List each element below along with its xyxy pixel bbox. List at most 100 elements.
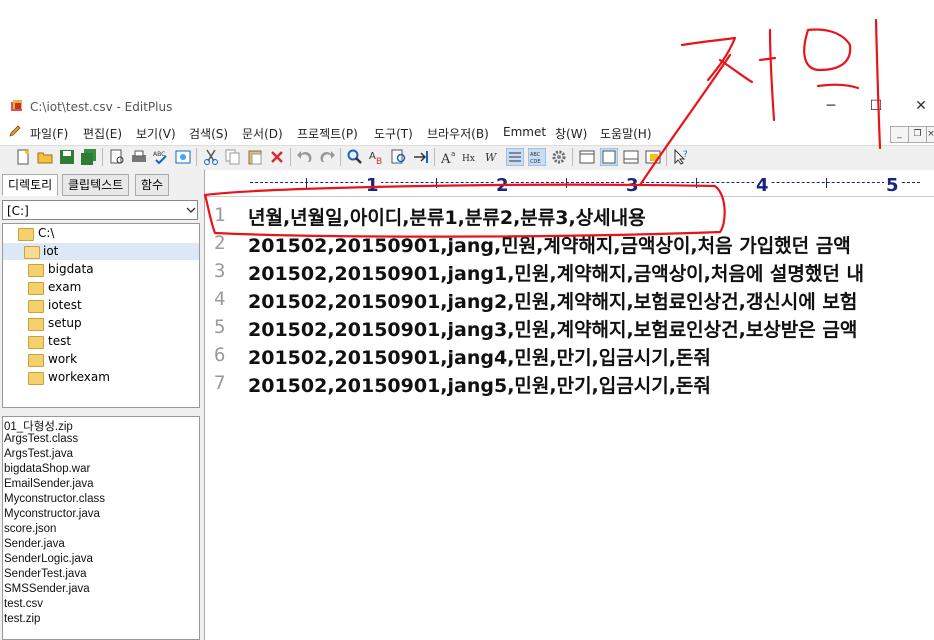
window-title: C:\iot\test.csv - EditPlus (30, 100, 173, 114)
menu-tools[interactable]: 도구(T) (374, 125, 413, 142)
replace-icon[interactable]: AB (368, 148, 386, 166)
svg-text:A: A (440, 152, 451, 166)
settings-icon[interactable] (550, 148, 568, 166)
code-line: 201502,20150901,jang4,민원,만기,입금시기,돈줘 (248, 347, 711, 369)
mdi-close-button[interactable]: × (926, 126, 934, 143)
tab-cliptext[interactable]: 클립텍스트 (62, 174, 130, 196)
line-number: 2 (214, 232, 226, 254)
tree-item-bigdata[interactable]: bigdata (48, 261, 94, 277)
cut-icon[interactable] (202, 148, 220, 166)
mdi-restore-button[interactable]: ❐ (908, 126, 927, 143)
list-item[interactable]: Myconstructor.java (4, 508, 100, 520)
menu-view[interactable]: 보기(V) (136, 125, 176, 142)
line-number: 4 (214, 288, 226, 310)
code-line: 201502,20150901,jang2,민원,계약해지,보험료인상건,갱신시… (248, 291, 858, 313)
svg-text:ABC: ABC (153, 151, 165, 158)
ruler-tick (566, 178, 567, 188)
font-size-icon[interactable]: Aa (440, 148, 458, 166)
drive-select[interactable]: [C:] (2, 200, 198, 220)
tree-item-iotest[interactable]: iotest (48, 297, 82, 313)
output-window-icon[interactable] (622, 148, 640, 166)
new-file-icon[interactable] (14, 148, 32, 166)
print-preview-icon[interactable] (108, 148, 126, 166)
svg-text:Hx: Hx (462, 154, 475, 164)
close-button[interactable]: ✕ (908, 96, 934, 116)
list-item[interactable]: SenderTest.java (4, 568, 86, 580)
find-icon[interactable] (346, 148, 364, 166)
fullscreen-icon[interactable] (644, 148, 662, 166)
list-item[interactable]: Sender.java (4, 538, 65, 550)
menu-emmet[interactable]: Emmet (503, 125, 546, 139)
chevron-down-icon[interactable] (186, 206, 196, 214)
editplus-app-icon (11, 100, 22, 111)
mdi-minimize-button[interactable]: _ (890, 126, 909, 143)
menu-edit[interactable]: 편집(E) (83, 125, 122, 142)
tree-item-test[interactable]: test (48, 333, 71, 349)
hex-viewer-icon[interactable]: Hx (462, 148, 480, 166)
browser-preview-icon[interactable] (174, 148, 192, 166)
tree-item-setup[interactable]: setup (48, 315, 82, 331)
line-number-icon[interactable] (506, 148, 524, 166)
line-number: 7 (214, 372, 226, 394)
spellcheck-icon[interactable]: ABC (152, 148, 170, 166)
tab-directory[interactable]: 디렉토리 (2, 174, 59, 196)
list-item[interactable]: test.csv (4, 598, 43, 610)
copy-icon[interactable] (224, 148, 242, 166)
find-in-files-icon[interactable] (390, 148, 408, 166)
code-line: 년월,년월일,아이디,분류1,분류2,분류3,상세내용 (248, 207, 646, 229)
open-folder-icon[interactable] (36, 148, 54, 166)
tree-item-workexam[interactable]: workexam (48, 369, 110, 385)
tree-item-exam[interactable]: exam (48, 279, 81, 295)
svg-text:W: W (485, 151, 498, 164)
column-selection-icon[interactable]: ABCCDE (528, 148, 546, 166)
menu-document[interactable]: 문서(D) (242, 125, 283, 142)
list-item[interactable]: ArgsTest.java (4, 448, 73, 460)
list-item[interactable]: test.zip (4, 613, 40, 625)
save-icon[interactable] (58, 148, 76, 166)
delete-icon[interactable] (268, 148, 286, 166)
paste-icon[interactable] (246, 148, 264, 166)
code-line: 201502,20150901,jang1,민원,계약해지,금액상이,처음에 설… (248, 263, 864, 285)
menu-help[interactable]: 도움말(H) (600, 125, 652, 142)
ruler-number: 1 (364, 175, 381, 196)
menu-project[interactable]: 프로젝트(P) (297, 125, 358, 142)
menu-file[interactable]: 파일(F) (30, 125, 68, 142)
folder-icon (28, 336, 44, 349)
list-item[interactable]: Myconstructor.class (4, 493, 105, 505)
print-icon[interactable] (130, 148, 148, 166)
pencil-icon (9, 125, 21, 137)
code-line: 201502,20150901,jang,민원,계약해지,금액상이,처음 가입했… (248, 235, 851, 257)
goto-line-icon[interactable] (412, 148, 430, 166)
tree-item-c-root[interactable]: C:\ (38, 225, 54, 241)
ruler-tick (306, 178, 307, 188)
directory-window-icon[interactable] (578, 148, 596, 166)
list-item[interactable]: SMSSender.java (4, 583, 90, 595)
ruler-tick (696, 178, 697, 188)
tree-item-work[interactable]: work (48, 351, 77, 367)
menu-search[interactable]: 검색(S) (189, 125, 228, 142)
ruler-tick (826, 178, 827, 188)
tab-functions[interactable]: 함수 (135, 174, 170, 196)
list-item[interactable]: score.json (4, 523, 56, 535)
minimize-button[interactable]: ─ (818, 96, 844, 116)
line-number: 1 (214, 204, 226, 226)
list-item[interactable]: EmailSender.java (4, 478, 94, 490)
menu-browser[interactable]: 브라우저(B) (427, 125, 489, 142)
tree-item-iot[interactable]: iot (43, 243, 58, 259)
cliptext-window-icon[interactable] (600, 148, 618, 166)
context-help-icon[interactable]: ? (672, 148, 690, 166)
list-item[interactable]: 01_다형성.zip (4, 418, 73, 434)
menu-window[interactable]: 창(W) (555, 125, 587, 142)
panel-splitter[interactable] (0, 410, 204, 415)
save-all-icon[interactable] (80, 148, 98, 166)
column-ruler (206, 172, 934, 197)
maximize-button[interactable]: ☐ (863, 96, 889, 116)
redo-icon[interactable] (318, 148, 336, 166)
list-item[interactable]: SenderLogic.java (4, 553, 93, 565)
word-wrap-icon[interactable]: W (484, 148, 502, 166)
undo-icon[interactable] (296, 148, 314, 166)
list-item[interactable]: ArgsTest.class (4, 433, 78, 445)
line-number: 5 (214, 316, 226, 338)
code-line: 201502,20150901,jang5,민원,만기,입금시기,돈줘 (248, 375, 711, 397)
list-item[interactable]: bigdataShop.war (4, 463, 90, 475)
